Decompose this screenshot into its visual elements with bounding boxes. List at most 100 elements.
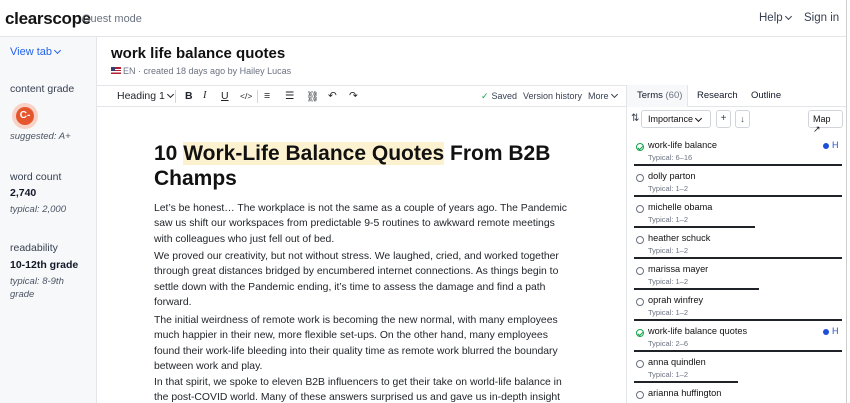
empty-circle-icon [636, 360, 644, 368]
term-item[interactable]: dolly parton Typical: 1–2 [634, 168, 844, 199]
redo-button[interactable]: ↷ [349, 90, 358, 102]
term-item[interactable]: oprah winfrey Typical: 1–2 [634, 292, 844, 323]
heading-select[interactable]: Heading 1 [117, 90, 174, 102]
check-circle-icon [636, 329, 644, 337]
code-button[interactable]: </> [240, 91, 252, 101]
article-heading[interactable]: 10 Work-Life Balance Quotes From B2B Cha… [154, 141, 584, 191]
paragraph[interactable]: We proved our creativity, but not withou… [154, 249, 574, 311]
term-item[interactable]: arianna huffington [634, 385, 844, 403]
heading-dot-icon [823, 143, 829, 149]
save-status: ✓ Saved [481, 91, 517, 102]
view-tab-dropdown[interactable]: View tab [10, 46, 62, 58]
term-usage-bar [634, 319, 842, 321]
empty-circle-icon [636, 298, 644, 306]
app-frame: clearscope Guest mode Help Sign in View … [0, 0, 847, 403]
undo-button[interactable]: ↶ [328, 90, 337, 102]
term-typical: Typical: 1–2 [648, 277, 689, 286]
paragraph[interactable]: Let’s be honest… The workplace is not th… [154, 201, 574, 247]
paragraph[interactable]: In that spirit, we spoke to eleven B2B i… [154, 375, 574, 403]
term-typical: Typical: 1–2 [648, 246, 689, 255]
sort-select-label: Importance [648, 114, 694, 124]
term-name: marissa mayer [648, 264, 709, 274]
link-button[interactable]: ⛓ [306, 90, 319, 103]
help-menu[interactable]: Help [759, 12, 792, 24]
more-menu[interactable]: More [588, 90, 618, 101]
sign-in-link[interactable]: Sign in [804, 12, 839, 24]
app-logo[interactable]: clearscope [5, 9, 91, 29]
view-tab-label: View tab [10, 46, 52, 58]
check-circle-icon [636, 143, 644, 151]
sort-select[interactable]: Importance [641, 110, 711, 128]
term-item[interactable]: work-life balance Typical: 6–16 H [634, 137, 844, 168]
paragraph[interactable]: The initial weirdness of remote work is … [154, 313, 574, 375]
grade-badge: C- [12, 103, 38, 129]
tab-outline[interactable]: Outline [751, 90, 781, 101]
editor-content[interactable]: 10 Work-Life Balance Quotes From B2B Cha… [97, 107, 626, 403]
term-item[interactable]: heather schuck Typical: 1–2 [634, 230, 844, 261]
term-typical: Typical: 1–2 [648, 370, 689, 379]
term-name: arianna huffington [648, 388, 722, 398]
empty-circle-icon [636, 267, 644, 275]
word-count-label: word count [10, 171, 62, 183]
heading-indicator: H [832, 326, 839, 336]
term-usage-bar [634, 350, 842, 352]
underline-button[interactable]: U [221, 90, 229, 102]
chevron-down-icon [610, 90, 618, 99]
italic-button[interactable]: I [203, 90, 207, 101]
word-count-value: 2,740 [10, 187, 37, 199]
bold-button[interactable]: B [185, 90, 193, 102]
readability-typical: typical: 8-9th grade [10, 276, 64, 300]
toolbar-divider [257, 90, 258, 103]
version-history-button[interactable]: Version history [523, 91, 582, 101]
check-icon: ✓ [481, 91, 489, 101]
term-item[interactable]: work-life balance quotes Typical: 2–6 H [634, 323, 844, 354]
term-typical: Typical: 1–2 [648, 308, 689, 317]
bullet-list-button[interactable]: ≡ [264, 90, 270, 102]
chevron-down-icon [784, 12, 792, 21]
download-icon[interactable]: ↓ [735, 110, 750, 128]
term-usage-bar [634, 288, 759, 290]
term-item[interactable]: michelle obama Typical: 1–2 [634, 199, 844, 230]
help-label: Help [759, 12, 783, 24]
term-usage-bar [634, 226, 755, 228]
document-title[interactable]: work life balance quotes [111, 45, 285, 62]
document-created: created 18 days ago by Hailey Lucas [143, 66, 292, 76]
panel-tabs: Terms (60) Research Outline [627, 85, 846, 107]
term-usage-bar [634, 164, 842, 166]
language-code: EN [123, 66, 136, 76]
numbered-list-button[interactable]: ☰ [285, 90, 294, 102]
map-button[interactable]: Map ↗ [808, 110, 843, 134]
empty-circle-icon [636, 174, 644, 182]
readability-label: readability [10, 242, 58, 254]
term-name: dolly parton [648, 171, 696, 181]
suggested-grade: suggested: A+ [10, 131, 71, 142]
tab-terms[interactable]: Terms (60) [637, 90, 682, 101]
term-name: michelle obama [648, 202, 713, 212]
chevron-down-icon [694, 114, 703, 123]
save-status-label: Saved [491, 91, 518, 101]
readability-value: 10-12th grade [10, 259, 79, 271]
document-meta: EN · created 18 days ago by Hailey Lucas [111, 66, 291, 76]
guest-mode-label: Guest mode [82, 13, 142, 25]
sort-icon[interactable]: ⇅ [631, 113, 639, 124]
toolbar-divider [175, 90, 176, 103]
tab-research[interactable]: Research [697, 90, 738, 101]
add-term-button[interactable]: + [716, 110, 731, 128]
term-typical: Typical: 1–2 [648, 184, 689, 193]
more-label: More [588, 91, 609, 101]
empty-circle-icon [636, 236, 644, 244]
heading-select-label: Heading 1 [117, 90, 165, 102]
heading-text-start: 10 [154, 142, 184, 165]
term-usage-bar [634, 195, 842, 197]
heading-indicator: H [832, 140, 839, 150]
term-item[interactable]: anna quindlen Typical: 1–2 [634, 354, 844, 385]
term-name: oprah winfrey [648, 295, 704, 305]
chevron-down-icon [53, 46, 62, 55]
term-item[interactable]: marissa mayer Typical: 1–2 [634, 261, 844, 292]
tab-terms-label: Terms [637, 90, 663, 101]
content-grade-label: content grade [10, 83, 75, 95]
term-usage-bar [634, 381, 738, 383]
term-name: work-life balance [648, 140, 717, 150]
editor-toolbar: Heading 1 B I U </> ≡ ☰ ⛓ ↶ ↷ ✓ Saved Ver… [97, 85, 626, 107]
highlighted-term: Work-Life Balance Quotes [183, 142, 445, 165]
